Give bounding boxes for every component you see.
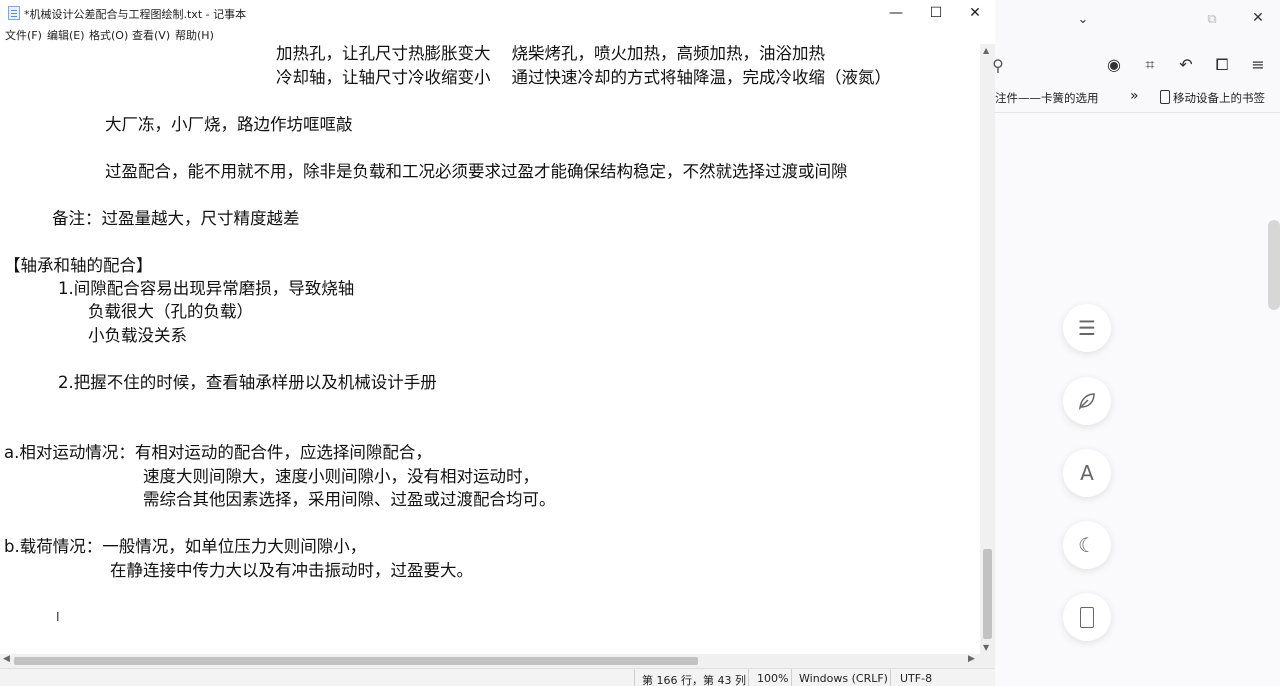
text-line: 【轴承和轴的配合】 [4,256,153,275]
undo-icon[interactable]: ↶ [1175,55,1197,74]
browser-scroll-thumb[interactable] [1268,220,1280,310]
menu-view[interactable]: 查看(V) [132,27,170,43]
menu-edit[interactable]: 编辑(E) [47,27,85,43]
text-cursor-icon: I [56,610,60,624]
browser-toolbar: ⌄ ⧉ ✕ ⚲ ◉ ⌗ ↶ ⧠ ≡ 注件——卡簧的选用 » 移动设备上的书签 [992,0,1280,113]
menu-bar: 文件(F) 编辑(E) 格式(O) 查看(V) 帮助(H) [0,26,995,44]
minimize-button[interactable]: — [876,0,916,26]
phone-icon-shape [1080,606,1094,628]
text-line: 大厂冻，小厂烧，路边作坊哐哐敲 [105,115,353,134]
text-line: 速度大则间隙大，速度小则间隙小，没有相对运动时， [143,467,539,486]
horizontal-scroll-thumb[interactable] [14,657,698,665]
leaf-icon[interactable] [1063,377,1111,425]
vertical-scrollbar[interactable]: ▲ ▼ [980,44,995,654]
text-line: 备注：过盈量越大，尺寸精度越差 [52,209,300,228]
line-ending: Windows (CRLF) [799,672,888,685]
text-editor[interactable]: 加热孔，让孔尺寸热膨胀变大 烧柴烤孔，喷火加热，高频加热，油浴加热 冷却轴，让轴… [0,44,980,654]
restore-window-icon[interactable]: ⧉ [1201,12,1223,27]
list-icon[interactable]: ☰ [1063,304,1111,352]
status-divider [791,669,792,686]
notepad-window: *机械设计公差配合与工程图绘制.txt - 记事本 — ☐ ✕ 文件(F) 编辑… [0,0,996,686]
text-line: 小负载没关系 [88,326,187,345]
maximize-button[interactable]: ☐ [916,0,956,26]
window-title: *机械设计公差配合与工程图绘制.txt - 记事本 [24,8,247,21]
status-bar: 第 166 行，第 43 列 100% Windows (CRLF) UTF-8 [0,668,995,686]
menu-format[interactable]: 格式(O) [89,27,128,43]
text-line: 1.间隙配合容易出现异常磨损，导致烧轴 [58,279,355,298]
cursor-position: 第 166 行，第 43 列 [642,674,746,686]
bookmarks-overflow-icon[interactable]: » [1130,88,1139,104]
close-window-icon[interactable]: ✕ [1247,10,1269,26]
status-divider [748,669,749,686]
text-line: 冷却轴，让轴尺寸冷收缩变小 通过快速冷却的方式将轴降温，完成冷收缩（液氮） [276,68,891,87]
phone-icon[interactable] [1063,593,1111,641]
moon-icon[interactable]: ☾ [1063,521,1111,569]
scroll-down-icon[interactable]: ▼ [983,643,989,652]
search-icon[interactable]: ⚲ [987,56,1009,75]
menu-help[interactable]: 帮助(H) [175,27,214,43]
close-button[interactable]: ✕ [955,0,995,26]
title-bar: *机械设计公差配合与工程图绘制.txt - 记事本 — ☐ ✕ [0,0,995,26]
notepad-app-icon [8,6,20,20]
extensions-icon[interactable]: ⧠ [1211,55,1233,75]
bookmark-item[interactable]: 注件——卡簧的选用 [995,90,1099,106]
chevron-down-icon[interactable]: ⌄ [1072,12,1094,27]
text-line: b.载荷情况：一般情况，如单位压力大则间隙小， [4,537,367,556]
vertical-scroll-thumb[interactable] [983,549,992,639]
browser-content [995,113,1280,686]
mobile-bookmarks-label: 移动设备上的书签 [1173,91,1265,105]
text-line: 加热孔，让孔尺寸热膨胀变大 烧柴烤孔，喷火加热，高频加热，油浴加热 [276,44,825,63]
zoom-level: 100% [757,672,789,685]
status-divider [890,669,891,686]
mobile-device-icon [1160,90,1170,104]
menu-icon[interactable]: ≡ [1247,55,1269,74]
status-divider [634,669,635,686]
browser-window: ⌄ ⧉ ✕ ⚲ ◉ ⌗ ↶ ⧠ ≡ 注件——卡簧的选用 » 移动设备上的书签 [992,0,1280,686]
menu-file[interactable]: 文件(F) [5,27,42,43]
horizontal-scrollbar[interactable]: ◀ ▶ [0,654,995,668]
account-icon[interactable]: ◉ [1103,55,1125,74]
leaf-icon-svg [1079,393,1095,411]
font-icon[interactable]: A [1063,449,1111,497]
scroll-right-icon[interactable]: ▶ [968,654,975,664]
text-line: 负载很大（孔的负载） [88,302,253,321]
encoding: UTF-8 [900,672,933,685]
crop-screenshot-icon[interactable]: ⌗ [1139,55,1161,75]
text-line: 过盈配合，能不用就不用，除非是负载和工况必须要求过盈才能确保结构稳定，不然就选择… [105,162,848,181]
text-line: a.相对运动情况：有相对运动的配合件，应选择间隙配合， [4,443,432,462]
text-line: 需综合其他因素选择，采用间隙、过盈或过渡配合均可。 [143,490,556,509]
mobile-bookmarks[interactable]: 移动设备上的书签 [1160,90,1265,106]
text-line: 2.把握不住的时候，查看轴承样册以及机械设计手册 [58,373,437,392]
scroll-left-icon[interactable]: ◀ [3,654,10,664]
scroll-up-icon[interactable]: ▲ [983,46,989,55]
text-line: 在静连接中传力大以及有冲击振动时，过盈要大。 [110,561,473,580]
